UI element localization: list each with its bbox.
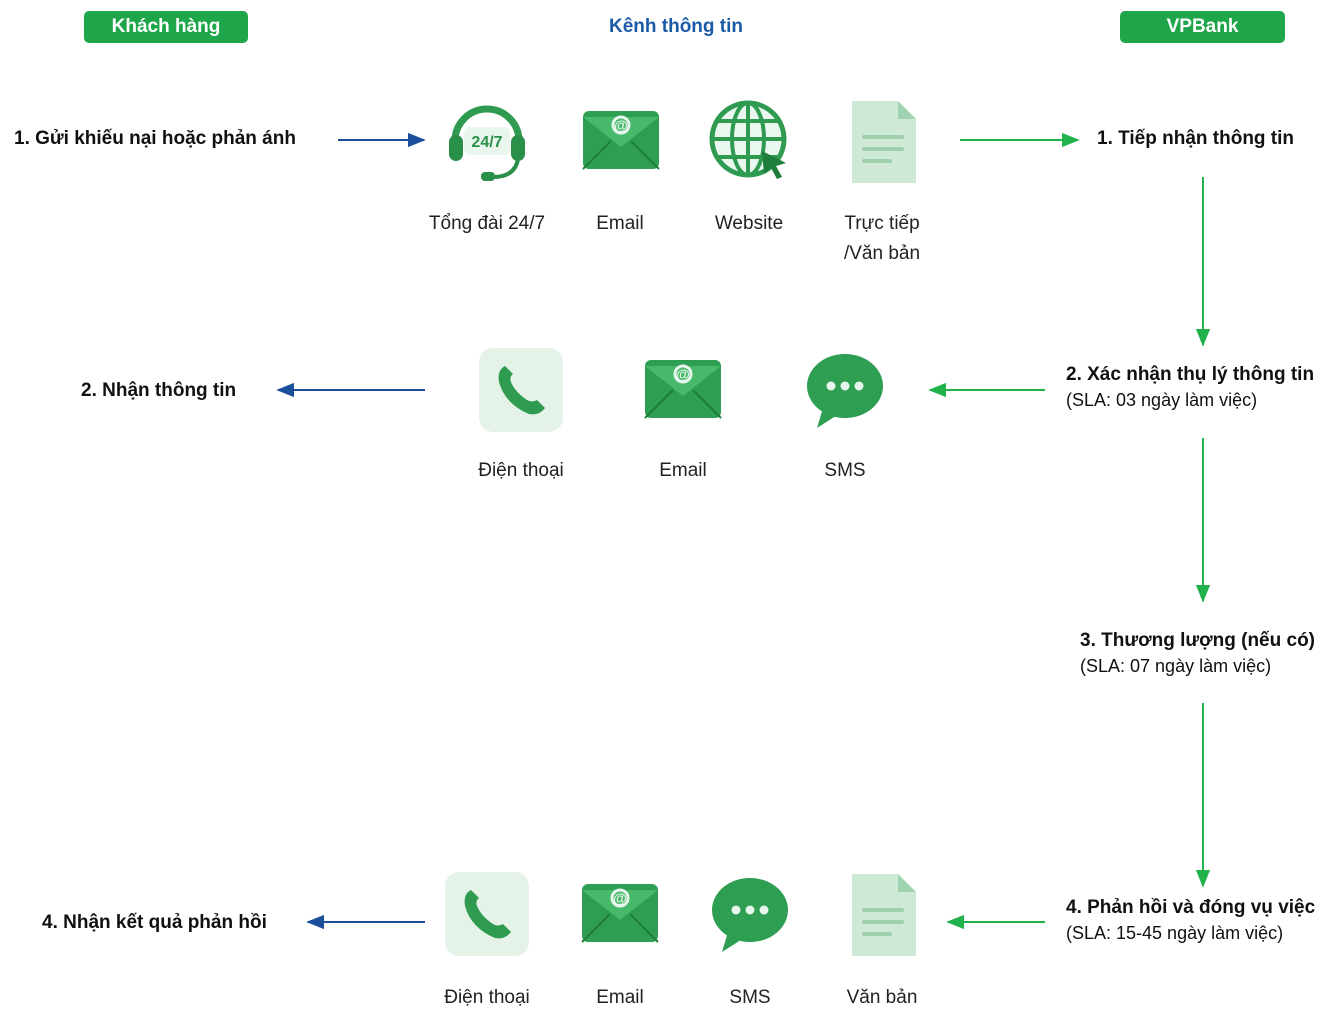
bank-step-3-sla: (SLA: 07 ngày làm việc)	[1080, 656, 1272, 676]
svg-text:@: @	[676, 366, 690, 382]
bank-step-3: 3. Thương lượng (nếu có) (SLA: 07 ngày l…	[1080, 630, 1316, 676]
sms-bubble-icon	[799, 344, 891, 436]
svg-text:@: @	[613, 890, 627, 906]
customer-step-4: 4. Nhận kết quả phản hồi	[42, 912, 267, 933]
sms-bubble-icon	[704, 868, 796, 960]
channel-label-direct-line1: Trực tiếp	[844, 213, 920, 234]
bank-step-4: 4. Phản hồi và đóng vụ việc (SLA: 15-45 …	[1066, 897, 1316, 943]
channel-label-email: Email	[596, 213, 644, 234]
bank-step-4-sla: (SLA: 15-45 ngày làm việc)	[1066, 923, 1284, 943]
bank-step-1: 1. Tiếp nhận thông tin	[1097, 128, 1295, 149]
email-icon: @	[637, 344, 729, 436]
svg-text:@: @	[614, 117, 628, 133]
email-icon: @	[575, 95, 667, 187]
bank-step-2-sla: (SLA: 03 ngày làm việc)	[1066, 390, 1258, 410]
bank-step-2: 2. Xác nhận thụ lý thông tin (SLA: 03 ng…	[1066, 364, 1315, 410]
channel-label-email: Email	[659, 460, 707, 481]
channel-label-hotline: Tổng đài 24/7	[428, 213, 546, 234]
headset-24-7-icon: 24/7	[441, 95, 533, 187]
document-icon	[838, 95, 930, 187]
document-icon	[838, 868, 930, 960]
channel-label-phone: Điện thoại	[478, 460, 564, 481]
globe-cursor-icon	[704, 95, 796, 187]
channel-label-direct-line2: /Văn bản	[843, 243, 921, 264]
customer-step-2: 2. Nhận thông tin	[81, 380, 237, 401]
customer-step-1: 1. Gửi khiếu nại hoặc phản ánh	[14, 128, 296, 149]
flow-arrows	[276, 132, 1211, 930]
svg-text:24/7: 24/7	[471, 134, 502, 151]
phone-icon	[475, 344, 567, 436]
email-icon: @	[574, 868, 666, 960]
phone-icon	[441, 868, 533, 960]
channel-label-sms: SMS	[824, 460, 866, 481]
channel-label-website: Website	[714, 213, 784, 234]
